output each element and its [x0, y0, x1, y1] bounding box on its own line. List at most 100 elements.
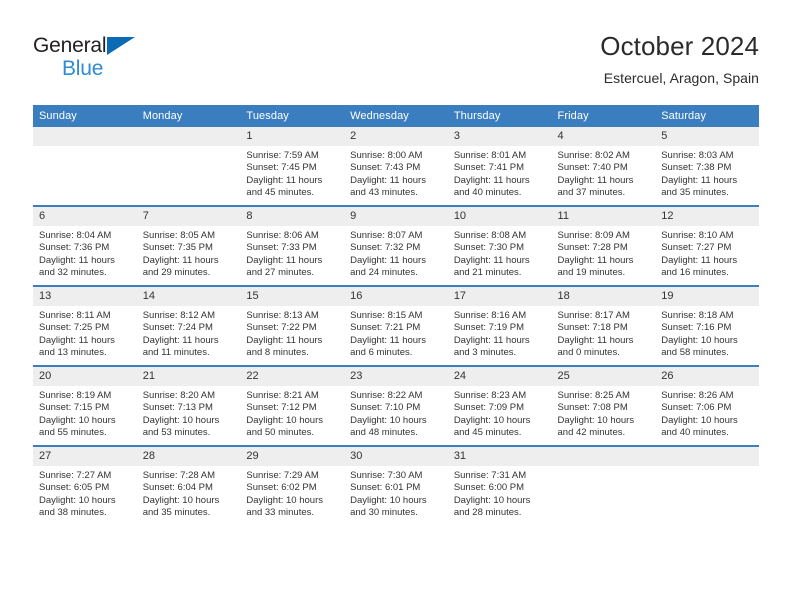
day-cell[interactable]: 29 Sunrise: 7:29 AM Sunset: 6:02 PM Dayligh… — [240, 445, 345, 525]
day-cell[interactable] — [551, 445, 656, 525]
daylight-text-line2: and 35 minutes. — [661, 187, 729, 199]
sunset-text: Sunset: 7:10 PM — [350, 402, 421, 414]
sunset-text: Sunset: 7:43 PM — [350, 162, 421, 174]
day-cell[interactable] — [33, 127, 137, 206]
sunrise-text: Sunrise: 7:29 AM — [246, 470, 319, 481]
daylight-text-line1: Daylight: 11 hours — [661, 254, 738, 266]
day-number: 25 — [551, 367, 656, 386]
day-cell[interactable]: 16 Sunrise: 8:15 AM Sunset: 7:21 PM Dayligh… — [344, 285, 448, 366]
day-details — [137, 146, 241, 150]
daylight-text-line2: and 8 minutes. — [246, 347, 309, 359]
sunrise-text: Sunrise: 8:07 AM — [350, 230, 423, 241]
daylight-text-line2: and 13 minutes. — [39, 347, 107, 359]
day-number: 4 — [551, 127, 656, 146]
day-details: Sunrise: 8:26 AM Sunset: 7:06 PM Daylight:… — [655, 386, 759, 440]
daylight-text-line2: and 30 minutes. — [350, 507, 418, 519]
day-details: Sunrise: 8:17 AM Sunset: 7:18 PM Daylight:… — [552, 306, 656, 360]
day-cell[interactable]: 10 Sunrise: 8:08 AM Sunset: 7:30 PM Dayligh… — [447, 205, 552, 286]
logo-text-blue: Blue — [62, 57, 104, 80]
weekday-header-friday: Friday — [551, 105, 656, 127]
sunrise-text: Sunrise: 8:06 AM — [246, 230, 319, 241]
sunset-text: Sunset: 7:22 PM — [246, 322, 317, 334]
daylight-text-line2: and 3 minutes. — [453, 347, 517, 359]
day-cell[interactable]: 31 Sunrise: 7:31 AM Sunset: 6:00 PM Dayligh… — [447, 445, 552, 525]
day-number: 22 — [240, 367, 345, 386]
day-cell[interactable]: 1 Sunrise: 7:59 AM Sunset: 7:45 PM Daylight… — [240, 127, 345, 206]
day-cell[interactable]: 7 Sunrise: 8:05 AM Sunset: 7:35 PM Daylight… — [136, 205, 241, 286]
daylight-text-line2: and 24 minutes. — [350, 267, 418, 279]
daylight-text-line1: Daylight: 10 hours — [142, 414, 220, 426]
day-cell[interactable]: 8 Sunrise: 8:06 AM Sunset: 7:33 PM Daylight… — [240, 205, 345, 286]
day-cell[interactable]: 25 Sunrise: 8:25 AM Sunset: 7:08 PM Dayligh… — [551, 365, 656, 446]
sunset-text: Sunset: 6:02 PM — [246, 482, 317, 494]
day-cell[interactable] — [655, 445, 759, 525]
page-header: General Blue October 2024 Estercuel, Ara… — [33, 30, 759, 100]
sunrise-text: Sunrise: 8:04 AM — [39, 230, 112, 241]
week-row: 27 Sunrise: 7:27 AM Sunset: 6:05 PM Dayligh… — [33, 445, 759, 525]
daylight-text-line1: Daylight: 11 hours — [557, 254, 634, 266]
sunrise-sunset-calendar: Sunday Monday Tuesday Wednesday Thursday… — [33, 105, 759, 525]
daylight-text-line1: Daylight: 10 hours — [142, 494, 220, 506]
day-cell[interactable]: 19 Sunrise: 8:18 AM Sunset: 7:16 PM Dayligh… — [655, 285, 759, 366]
day-cell[interactable]: 2 Sunrise: 8:00 AM Sunset: 7:43 PM Daylight… — [344, 127, 448, 206]
sunrise-text: Sunrise: 8:05 AM — [142, 230, 216, 241]
day-cell[interactable]: 20 Sunrise: 8:19 AM Sunset: 7:15 PM Dayligh… — [33, 365, 137, 446]
sunset-text: Sunset: 7:36 PM — [39, 242, 110, 254]
day-cell[interactable]: 30 Sunrise: 7:30 AM Sunset: 6:01 PM Dayligh… — [344, 445, 448, 525]
day-cell[interactable]: 26 Sunrise: 8:26 AM Sunset: 7:06 PM Dayligh… — [655, 365, 759, 446]
day-cell[interactable]: 27 Sunrise: 7:27 AM Sunset: 6:05 PM Dayligh… — [33, 445, 137, 525]
daylight-text-line2: and 6 minutes. — [350, 347, 413, 359]
day-details: Sunrise: 8:07 AM Sunset: 7:32 PM Daylight:… — [344, 226, 448, 280]
day-cell[interactable]: 18 Sunrise: 8:17 AM Sunset: 7:18 PM Dayligh… — [551, 285, 656, 366]
daylight-text-line2: and 38 minutes. — [39, 507, 107, 519]
sunset-text: Sunset: 7:41 PM — [453, 162, 525, 174]
day-cell[interactable]: 17 Sunrise: 8:16 AM Sunset: 7:19 PM Dayligh… — [447, 285, 552, 366]
week-row: 13 Sunrise: 8:11 AM Sunset: 7:25 PM Dayligh… — [33, 285, 759, 366]
day-cell[interactable]: 4 Sunrise: 8:02 AM Sunset: 7:40 PM Daylight… — [551, 127, 656, 206]
daylight-text-line1: Daylight: 11 hours — [350, 254, 426, 266]
sunset-text: Sunset: 7:32 PM — [350, 242, 421, 254]
daylight-text-line2: and 19 minutes. — [557, 267, 626, 279]
sunrise-text: Sunrise: 7:27 AM — [39, 470, 112, 481]
daylight-text-line1: Daylight: 11 hours — [453, 334, 530, 346]
day-cell[interactable]: 5 Sunrise: 8:03 AM Sunset: 7:38 PM Daylight… — [655, 127, 759, 206]
day-cell[interactable]: 13 Sunrise: 8:11 AM Sunset: 7:25 PM Dayligh… — [33, 285, 137, 366]
day-cell[interactable]: 22 Sunrise: 8:21 AM Sunset: 7:12 PM Dayligh… — [240, 365, 345, 446]
day-number: 17 — [447, 287, 552, 306]
daylight-text-line1: Daylight: 11 hours — [39, 254, 115, 266]
day-cell[interactable]: 3 Sunrise: 8:01 AM Sunset: 7:41 PM Daylight… — [447, 127, 552, 206]
day-cell[interactable] — [136, 127, 241, 206]
day-cell[interactable]: 15 Sunrise: 8:13 AM Sunset: 7:22 PM Dayligh… — [240, 285, 345, 366]
day-cell[interactable]: 24 Sunrise: 8:23 AM Sunset: 7:09 PM Dayligh… — [447, 365, 552, 446]
sunrise-text: Sunrise: 8:16 AM — [453, 310, 527, 321]
day-cell[interactable]: 21 Sunrise: 8:20 AM Sunset: 7:13 PM Dayligh… — [136, 365, 241, 446]
daylight-text-line2: and 16 minutes. — [661, 267, 729, 279]
day-cell[interactable]: 23 Sunrise: 8:22 AM Sunset: 7:10 PM Dayligh… — [344, 365, 448, 446]
daylight-text-line1: Daylight: 10 hours — [557, 414, 635, 426]
day-cell[interactable]: 12 Sunrise: 8:10 AM Sunset: 7:27 PM Dayligh… — [655, 205, 759, 286]
daylight-text-line2: and 53 minutes. — [142, 427, 211, 439]
daylight-text-line2: and 11 minutes. — [142, 347, 210, 359]
day-details: Sunrise: 8:20 AM Sunset: 7:13 PM Daylight:… — [137, 386, 241, 440]
day-number: 28 — [136, 447, 241, 466]
day-details: Sunrise: 7:29 AM Sunset: 6:02 PM Daylight:… — [240, 466, 344, 520]
sunset-text: Sunset: 6:01 PM — [350, 482, 421, 494]
day-cell[interactable]: 14 Sunrise: 8:12 AM Sunset: 7:24 PM Dayligh… — [136, 285, 241, 366]
sunset-text: Sunset: 7:12 PM — [246, 402, 317, 414]
sunset-text: Sunset: 7:24 PM — [142, 322, 213, 334]
logo-triangle-icon — [107, 37, 135, 55]
day-cell[interactable]: 9 Sunrise: 8:07 AM Sunset: 7:32 PM Daylight… — [344, 205, 448, 286]
day-cell[interactable]: 28 Sunrise: 7:28 AM Sunset: 6:04 PM Dayligh… — [136, 445, 241, 525]
day-cell[interactable]: 11 Sunrise: 8:09 AM Sunset: 7:28 PM Dayligh… — [551, 205, 656, 286]
general-blue-logo: General Blue — [33, 35, 233, 87]
day-details: Sunrise: 8:00 AM Sunset: 7:43 PM Daylight:… — [344, 146, 448, 200]
sunrise-text: Sunrise: 8:12 AM — [142, 310, 216, 321]
sunrise-text: Sunrise: 8:20 AM — [142, 390, 216, 401]
daylight-text-line1: Daylight: 11 hours — [453, 254, 530, 266]
daylight-text-line1: Daylight: 10 hours — [246, 414, 323, 426]
sunset-text: Sunset: 7:09 PM — [453, 402, 525, 414]
day-number: 19 — [655, 287, 759, 306]
daylight-text-line1: Daylight: 11 hours — [350, 334, 426, 346]
daylight-text-line1: Daylight: 10 hours — [661, 414, 738, 426]
day-cell[interactable]: 6 Sunrise: 8:04 AM Sunset: 7:36 PM Daylight… — [33, 205, 137, 286]
